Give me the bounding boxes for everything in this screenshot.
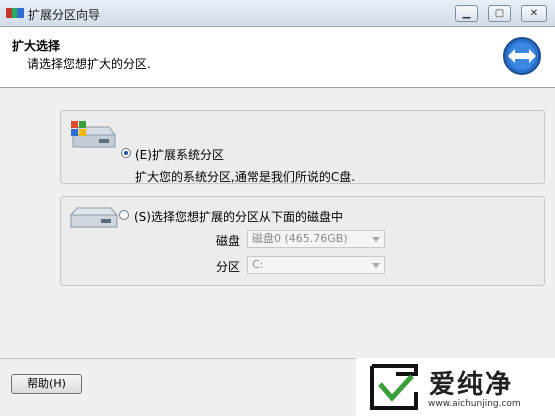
select-partition-label[interactable]: (S)选择您想扩展的分区从下面的磁盘中: [134, 208, 343, 225]
chevron-down-icon: [372, 237, 380, 242]
disk-select-value: 磁盘0 (465.76GB): [252, 232, 348, 245]
watermark-url: www.aichunjing.com: [428, 399, 521, 409]
watermark-logo-icon: [370, 364, 418, 410]
minimize-icon: ▁: [462, 8, 471, 19]
wizard-content: (E)扩展系统分区 扩大您的系统分区,通常是我们所说的C盘. (S)选择您想扩展…: [0, 88, 555, 358]
page-title: 扩大选择: [12, 39, 61, 53]
select-partition-radio[interactable]: [119, 210, 129, 220]
maximize-icon: ▢: [494, 8, 505, 19]
window-title: 扩展分区向导: [28, 8, 101, 22]
disk-icon: [69, 207, 119, 228]
extend-system-radio[interactable]: [121, 148, 131, 158]
page-subtitle: 请选择您想扩大的分区.: [27, 57, 151, 71]
partition-label: 分区: [216, 260, 241, 274]
option-extend-system: (E)扩展系统分区 扩大您的系统分区,通常是我们所说的C盘.: [60, 110, 545, 184]
watermark-brand: 爱纯净: [429, 370, 514, 400]
option-select-partition: (S)选择您想扩展的分区从下面的磁盘中 磁盘 磁盘0 (465.76GB) 分区…: [60, 196, 545, 286]
watermark: 爱纯净 www.aichunjing.com: [356, 358, 555, 416]
system-disk-icon: [71, 121, 116, 148]
title-bar: 扩展分区向导 ▁ ▢ ✕: [0, 0, 555, 27]
chevron-down-icon: [372, 263, 380, 268]
extend-system-description: 扩大您的系统分区,通常是我们所说的C盘.: [135, 170, 356, 184]
disk-label: 磁盘: [216, 234, 241, 248]
partition-select[interactable]: C:: [247, 256, 385, 274]
extend-system-label[interactable]: (E)扩展系统分区: [135, 146, 224, 163]
close-icon: ✕: [529, 8, 539, 19]
minimize-button[interactable]: ▁: [455, 5, 478, 22]
wizard-header: 扩大选择 请选择您想扩大的分区.: [0, 27, 555, 88]
help-button[interactable]: 帮助(H): [11, 374, 82, 394]
extend-arrows-icon: [503, 37, 541, 75]
maximize-button[interactable]: ▢: [488, 5, 511, 22]
app-icon: [6, 8, 24, 18]
disk-select[interactable]: 磁盘0 (465.76GB): [247, 230, 385, 248]
close-button[interactable]: ✕: [521, 5, 547, 22]
partition-select-value: C:: [252, 258, 264, 271]
